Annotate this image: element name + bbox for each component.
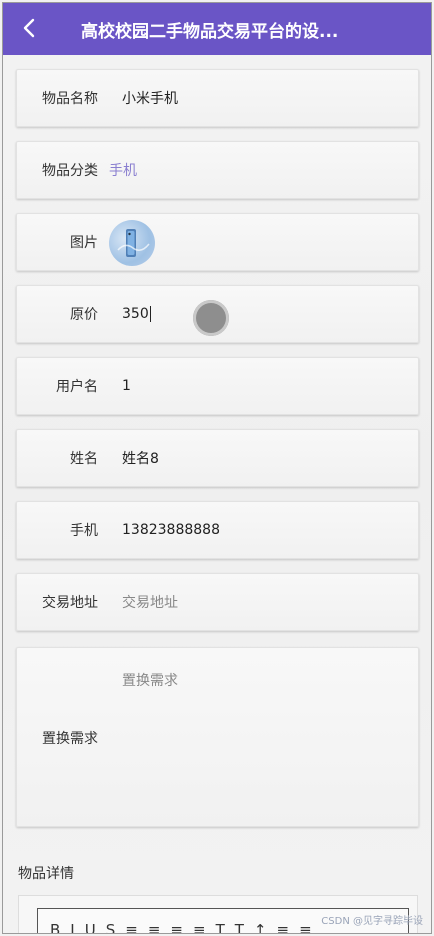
- field-label: 原价: [70, 307, 98, 323]
- watermark: CSDN @见字寻踪毕设: [321, 916, 423, 927]
- toolbar-button[interactable]: S: [106, 921, 116, 933]
- price-value: 350: [122, 306, 149, 322]
- toolbar-button[interactable]: ≡: [299, 921, 312, 933]
- field-category: 物品分类 手机: [16, 141, 419, 199]
- field-label: 物品名称: [42, 91, 98, 107]
- field-name: 姓名 姓名8: [16, 429, 419, 487]
- item-name-input[interactable]: 小米手机: [122, 70, 402, 126]
- app-frame: 高校校园二手物品交易平台的设... 物品名称 小米手机 物品分类 手机 图片 原…: [2, 2, 432, 934]
- name-input[interactable]: 姓名8: [122, 430, 402, 486]
- field-exchange: 置换需求 置换需求: [16, 647, 419, 827]
- details-section-title: 物品详情: [18, 866, 74, 882]
- phone-input[interactable]: 13823888888: [122, 502, 402, 558]
- address-input[interactable]: 交易地址: [122, 574, 402, 630]
- field-label: 置换需求: [42, 731, 98, 747]
- toolbar-button[interactable]: ≡: [125, 921, 138, 933]
- category-select[interactable]: 手机: [109, 142, 389, 198]
- page-title: 高校校园二手物品交易平台的设...: [81, 22, 339, 42]
- field-address: 交易地址 交易地址: [16, 573, 419, 631]
- toolbar-button[interactable]: U: [85, 921, 96, 933]
- toolbar-button[interactable]: ↑: [254, 921, 267, 933]
- item-image-thumbnail[interactable]: [109, 220, 155, 266]
- exchange-textarea[interactable]: 置换需求: [122, 670, 178, 690]
- text-caret: [149, 306, 151, 322]
- field-label: 物品分类: [42, 163, 98, 179]
- toolbar-button[interactable]: I: [70, 921, 74, 933]
- toolbar-button[interactable]: B: [50, 921, 60, 933]
- field-label: 手机: [70, 523, 98, 539]
- price-input[interactable]: 350: [122, 286, 402, 342]
- toolbar-button[interactable]: T: [216, 921, 225, 933]
- toolbar-button[interactable]: ≡: [193, 921, 206, 933]
- username-input[interactable]: 1: [122, 358, 402, 414]
- field-username: 用户名 1: [16, 357, 419, 415]
- field-label: 图片: [70, 235, 98, 251]
- field-item-name: 物品名称 小米手机: [16, 69, 419, 127]
- toolbar-button[interactable]: T: [235, 921, 244, 933]
- phone-image-icon: [117, 229, 150, 257]
- touch-cursor: [193, 300, 229, 336]
- editor-toolbar: B I U S ≡ ≡ ≡ ≡ T T ↑ ≡ ≡: [50, 921, 312, 933]
- back-icon[interactable]: [19, 17, 41, 39]
- field-label: 用户名: [56, 379, 98, 395]
- toolbar-button[interactable]: ≡: [170, 921, 183, 933]
- header-bar: 高校校园二手物品交易平台的设...: [3, 3, 431, 55]
- toolbar-button[interactable]: ≡: [276, 921, 289, 933]
- field-label: 交易地址: [42, 595, 98, 611]
- field-label: 姓名: [70, 451, 98, 467]
- toolbar-button[interactable]: ≡: [148, 921, 161, 933]
- field-phone: 手机 13823888888: [16, 501, 419, 559]
- field-image: 图片: [16, 213, 419, 271]
